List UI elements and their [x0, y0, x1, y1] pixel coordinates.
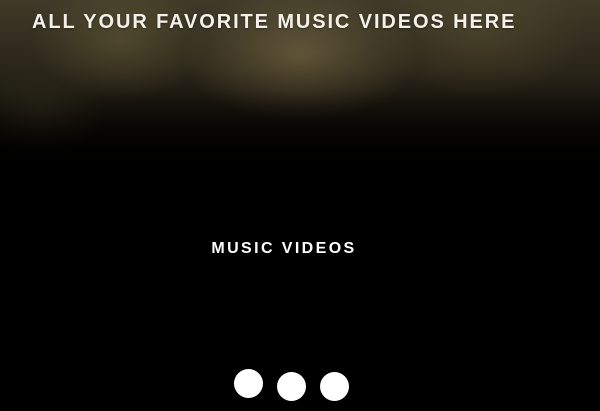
carousel-dot-1[interactable] [234, 369, 263, 398]
carousel-dot-3[interactable] [320, 372, 349, 401]
carousel-pagination [233, 369, 363, 401]
hero-title: ALL YOUR FAVORITE MUSIC VIDEOS HERE [32, 11, 517, 33]
music-videos-page: ALL YOUR FAVORITE MUSIC VIDEOS HERE MUSI… [0, 0, 600, 411]
carousel-dot-2[interactable] [277, 372, 306, 401]
section-title-music-videos: MUSIC VIDEOS [211, 240, 357, 257]
